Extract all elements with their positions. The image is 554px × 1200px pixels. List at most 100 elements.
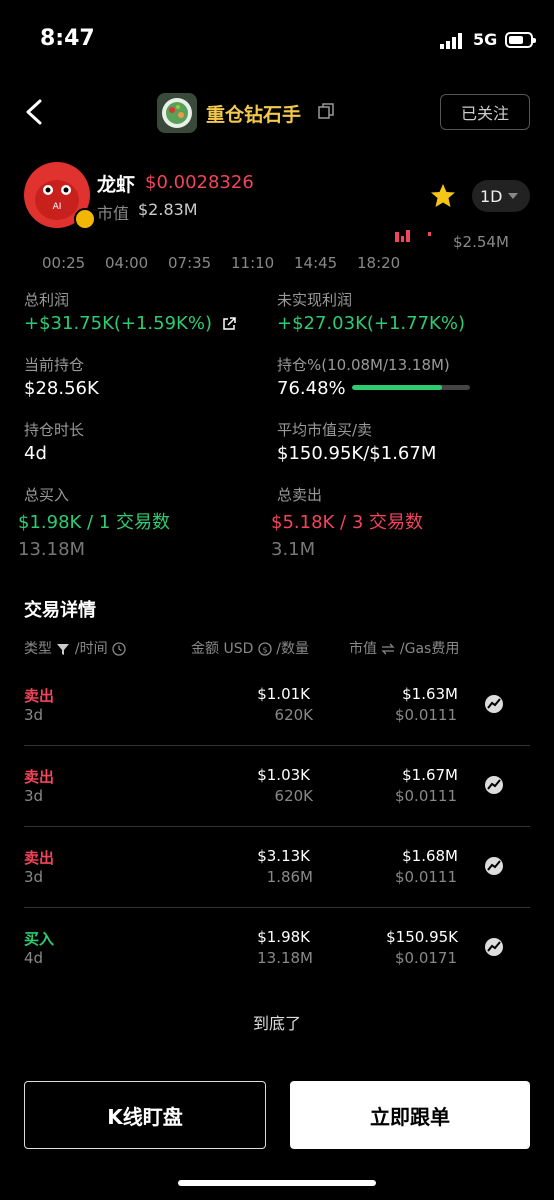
total-buy-qty: 13.18M	[18, 539, 86, 560]
followed-button[interactable]: 已关注	[440, 94, 530, 130]
holding-pct-label: 持仓%(10.08M/13.18M)	[277, 356, 450, 374]
tick-label: 18:20	[357, 254, 401, 272]
network-label: 5G	[473, 30, 498, 49]
tick-label: 04:00	[105, 254, 149, 272]
mcap-gas-header[interactable]: 市值 /Gas费用	[349, 638, 459, 658]
trade-type: 买入	[24, 930, 55, 948]
tick-label: 07:35	[168, 254, 212, 272]
trade-qty: 620K	[274, 706, 313, 724]
group-avatar	[157, 93, 197, 133]
mcap-header: 市值	[349, 641, 377, 657]
total-profit-label: 总利润	[24, 291, 70, 309]
battery-icon	[505, 32, 536, 48]
kline-button[interactable]: K线盯盘	[24, 1081, 266, 1149]
copy-icon[interactable]	[318, 103, 334, 119]
trade-age: 4d	[24, 949, 44, 967]
trades-title: 交易详情	[24, 600, 96, 621]
duration-value: 4d	[24, 443, 47, 464]
total-buy-label: 总买入	[24, 486, 70, 504]
trade-mcap: $1.68M	[402, 847, 458, 865]
trade-chart-icon[interactable]	[484, 937, 504, 957]
avatar-text: AI	[53, 202, 62, 212]
trade-mcap: $150.95K	[386, 928, 458, 946]
page-title: 重仓钻石手	[206, 104, 302, 126]
trade-age: 3d	[24, 868, 44, 886]
end-of-list-text: 到底了	[252, 1014, 301, 1033]
total-profit-value[interactable]: +$31.75K(+1.59K%)	[24, 313, 236, 334]
trade-amount: $1.01K	[257, 685, 310, 703]
trade-amount: $1.98K	[257, 928, 310, 946]
token-name: 龙虾	[97, 174, 136, 196]
row-divider	[24, 826, 530, 827]
mcap-value: $2.83M	[138, 200, 198, 219]
trade-qty: 620K	[274, 787, 313, 805]
trade-qty: 13.18M	[257, 949, 313, 967]
back-icon[interactable]	[24, 98, 44, 126]
tick-label: 14:45	[294, 254, 338, 272]
type-time-header[interactable]: 类型 /时间	[24, 638, 126, 658]
trade-type: 卖出	[24, 687, 55, 705]
trade-gas: $0.0111	[394, 706, 457, 724]
amount-qty-header[interactable]: 金额 USD $ /数量	[191, 638, 309, 658]
trade-type: 卖出	[24, 768, 55, 786]
trade-gas: $0.0111	[394, 868, 457, 886]
unrealized-profit-value: +$27.03K(+1.77K%)	[277, 313, 465, 334]
trade-chart-icon[interactable]	[484, 694, 504, 714]
qty-header: /数量	[276, 641, 309, 657]
chart-candle	[428, 232, 431, 236]
trade-qty: 1.86M	[266, 868, 313, 886]
home-indicator[interactable]	[178, 1180, 376, 1186]
chevron-down-icon	[508, 193, 518, 199]
filter-icon[interactable]	[56, 642, 70, 656]
type-header: 类型	[24, 641, 52, 657]
copy-trade-button[interactable]: 立即跟单	[290, 1081, 530, 1149]
time-header: /时间	[74, 641, 108, 657]
svg-text:$: $	[262, 646, 267, 655]
trade-mcap: $1.67M	[402, 766, 458, 784]
holding-pct-value: 76.48%	[277, 378, 346, 399]
trade-gas: $0.0171	[394, 949, 457, 967]
period-label: 1D	[480, 186, 503, 206]
holding-progress-bar	[352, 385, 470, 390]
signal-icon	[440, 33, 462, 49]
holding-value: $28.56K	[24, 378, 99, 399]
total-buy-value: $1.98K / 1 交易数	[18, 512, 171, 533]
chain-badge-icon	[74, 208, 96, 230]
chart-time-axis: 00:25 04:00 07:35 11:10 14:45 18:20	[42, 254, 420, 272]
chart-candle	[395, 232, 399, 242]
clock-icon[interactable]	[112, 642, 126, 656]
currency-switch-icon[interactable]: $	[258, 642, 272, 656]
chart-candle	[406, 230, 410, 242]
trade-age: 3d	[24, 706, 44, 724]
token-price: $0.0028326	[145, 172, 254, 193]
period-select[interactable]: 1D	[472, 180, 530, 212]
trade-amount: $1.03K	[257, 766, 310, 784]
trade-amount: $3.13K	[257, 847, 310, 865]
gas-header: /Gas费用	[399, 641, 460, 657]
external-link-icon[interactable]	[222, 317, 236, 331]
status-time: 8:47	[40, 26, 95, 51]
total-sell-label: 总卖出	[277, 486, 323, 504]
trade-chart-icon[interactable]	[484, 856, 504, 876]
holding-label: 当前持仓	[24, 356, 85, 374]
trade-mcap: $1.63M	[402, 685, 458, 703]
total-profit-text: +$31.75K(+1.59K%)	[24, 313, 212, 334]
mcap-label: 市值	[97, 204, 130, 223]
swap-icon[interactable]	[381, 642, 396, 656]
amount-header: 金额 USD	[191, 641, 254, 657]
unrealized-profit-label: 未实现利润	[277, 291, 353, 309]
total-sell-value: $5.18K / 3 交易数	[271, 512, 424, 533]
avg-mcap-label: 平均市值买/卖	[277, 421, 373, 439]
trade-type: 卖出	[24, 849, 55, 867]
trade-chart-icon[interactable]	[484, 775, 504, 795]
avg-mcap-value: $150.95K/$1.67M	[277, 443, 437, 464]
chart-max-label: $2.54M	[453, 233, 509, 251]
total-sell-qty: 3.1M	[271, 539, 316, 560]
duration-label: 持仓时长	[24, 421, 85, 439]
holding-progress-fill	[352, 385, 443, 390]
chart-candle	[401, 236, 404, 242]
star-icon[interactable]	[430, 183, 456, 209]
tick-label: 00:25	[42, 254, 86, 272]
row-divider	[24, 745, 530, 746]
trade-gas: $0.0111	[394, 787, 457, 805]
